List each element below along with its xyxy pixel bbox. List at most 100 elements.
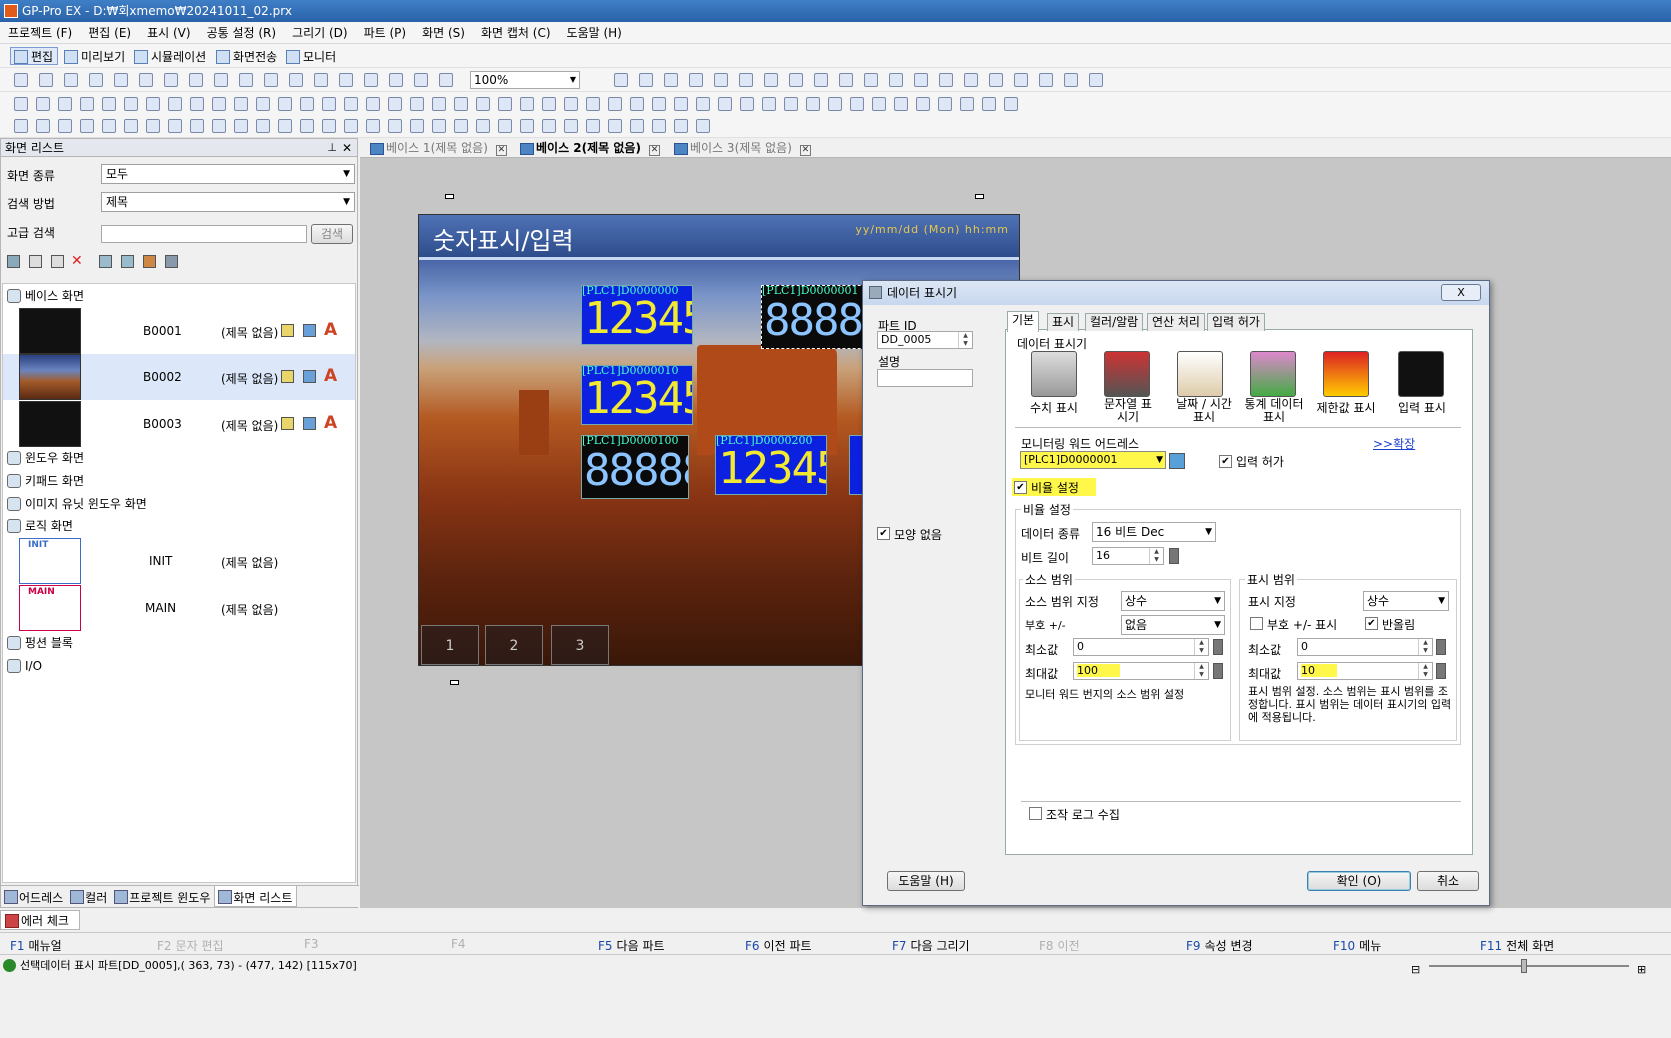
toolbar-tool-icon[interactable] xyxy=(586,119,600,133)
spin-icon[interactable]: ▲ ▼ xyxy=(1418,639,1432,655)
input-display-type-icon[interactable] xyxy=(1398,351,1444,397)
toolbar-tool-icon[interactable] xyxy=(476,119,490,133)
toolbar-tool-icon[interactable] xyxy=(190,97,204,111)
toolbar-tool-icon[interactable] xyxy=(674,119,688,133)
tree-node-image-unit[interactable]: 이미지 유닛 윈도우 화면 xyxy=(7,494,147,514)
scaling-checkbox[interactable]: ✔ xyxy=(1014,481,1027,494)
toolbar-tool-icon[interactable] xyxy=(256,119,270,133)
toolbar-tool-icon[interactable] xyxy=(894,97,908,111)
duplicate-icon[interactable] xyxy=(121,255,134,268)
toolbar-tool-icon[interactable] xyxy=(39,73,53,87)
toolbar-tool-icon[interactable] xyxy=(652,119,666,133)
close-icon[interactable]: ✕ xyxy=(342,139,352,157)
toolbar-tool-icon[interactable] xyxy=(1004,97,1018,111)
toolbar-tool-icon[interactable] xyxy=(256,97,270,111)
search-button[interactable]: 검색 xyxy=(311,224,353,244)
toolbar-tool-icon[interactable] xyxy=(322,97,336,111)
toolbar-tool-icon[interactable] xyxy=(389,73,403,87)
toolbar-tool-icon[interactable] xyxy=(278,119,292,133)
tab-operation[interactable]: 연산 처리 xyxy=(1147,313,1205,331)
list-item[interactable]: B0002 (제목 없음) A xyxy=(3,354,355,400)
toolbar-tool-icon[interactable] xyxy=(14,97,28,111)
toolbar-tool-icon[interactable] xyxy=(498,97,512,111)
toolbar-tool-icon[interactable] xyxy=(608,97,622,111)
toolbar-tool-icon[interactable] xyxy=(689,73,703,87)
menu-draw[interactable]: 그리기 (D) xyxy=(284,22,356,44)
toolbar-tool-icon[interactable] xyxy=(652,97,666,111)
toolbar-tool-icon[interactable] xyxy=(639,73,653,87)
screen-boundary-handle[interactable] xyxy=(445,194,454,199)
numeric-display[interactable]: [PLC1]D000001012345 xyxy=(581,365,693,425)
list-item[interactable]: B0001 (제목 없음) A xyxy=(3,308,355,354)
list-item[interactable]: INIT INIT (제목 없음) xyxy=(3,538,355,584)
toolbar-tool-icon[interactable] xyxy=(168,97,182,111)
keypad-icon[interactable] xyxy=(1436,639,1446,655)
tree-node-function-block[interactable]: 펑션 블록 xyxy=(7,633,73,653)
toolbar-tool-icon[interactable] xyxy=(364,73,378,87)
numeric-display[interactable]: [PLC1]D000010088888 xyxy=(581,435,689,499)
toolbar-tool-icon[interactable] xyxy=(814,73,828,87)
function-key-f9[interactable]: F9 속성 변경 xyxy=(1186,937,1253,954)
toolbar-tool-icon[interactable] xyxy=(212,119,226,133)
toolbar-tool-icon[interactable] xyxy=(498,119,512,133)
properties-icon[interactable] xyxy=(99,255,112,268)
text-a-icon[interactable]: A xyxy=(324,366,337,386)
toolbar-tool-icon[interactable] xyxy=(432,97,446,111)
toolbar-tool-icon[interactable] xyxy=(614,73,628,87)
toolbar-tool-icon[interactable] xyxy=(938,97,952,111)
cancel-button[interactable]: 취소 xyxy=(1417,871,1479,891)
menu-edit[interactable]: 편집 (E) xyxy=(80,22,139,44)
toolbar-tool-icon[interactable] xyxy=(300,97,314,111)
screen-color-icon[interactable] xyxy=(303,417,316,430)
data-type-select[interactable]: 16 비트 Dec ▼ xyxy=(1092,522,1216,542)
edit-mode-button[interactable]: 편집 xyxy=(10,47,59,65)
zoom-thumb[interactable] xyxy=(1521,959,1527,973)
toolbar-tool-icon[interactable] xyxy=(388,97,402,111)
function-key-f3[interactable]: F3 xyxy=(304,937,323,951)
toolbar-tool-icon[interactable] xyxy=(339,73,353,87)
toolbar-tool-icon[interactable] xyxy=(674,97,688,111)
zoom-select[interactable]: 100% ▼ xyxy=(470,71,580,89)
tab-base-1[interactable]: 베이스 1(제목 없음) ✕ xyxy=(368,140,507,157)
toolbar-tool-icon[interactable] xyxy=(762,97,776,111)
paste-icon[interactable] xyxy=(51,255,64,268)
toolbar-tool-icon[interactable] xyxy=(14,73,28,87)
tab-input-permit[interactable]: 입력 허가 xyxy=(1207,313,1265,331)
toolbar-tool-icon[interactable] xyxy=(124,97,138,111)
display-min-field[interactable]: 0 ▲ ▼ xyxy=(1297,638,1433,656)
tab-color-alarm[interactable]: 컬러/알람 xyxy=(1085,313,1144,331)
toolbar-tool-icon[interactable] xyxy=(36,119,50,133)
menu-view[interactable]: 표시 (V) xyxy=(139,22,198,44)
tab-basic[interactable]: 기본 xyxy=(1007,311,1040,332)
toolbar-tool-icon[interactable] xyxy=(146,97,160,111)
toolbar-tool-icon[interactable] xyxy=(439,73,453,87)
screen-switch-button[interactable]: 1 xyxy=(421,625,479,665)
toolbar-tool-icon[interactable] xyxy=(344,119,358,133)
toolbar-tool-icon[interactable] xyxy=(89,73,103,87)
no-shape-checkbox[interactable]: ✔ xyxy=(877,527,890,540)
toolbar-tool-icon[interactable] xyxy=(278,97,292,111)
keypad-icon[interactable] xyxy=(1169,548,1179,564)
help-button[interactable]: 도움말 (H) xyxy=(887,871,965,891)
input-permit-checkbox[interactable]: ✔ xyxy=(1219,455,1232,468)
search-method-select[interactable]: 제목 ▼ xyxy=(101,192,355,212)
copy-icon[interactable] xyxy=(29,255,42,268)
source-spec-select[interactable]: 상수 ▼ xyxy=(1121,591,1225,611)
toolbar-tool-icon[interactable] xyxy=(239,73,253,87)
zoom-in-icon[interactable]: ⊞ xyxy=(1637,959,1646,981)
toolbar-tool-icon[interactable] xyxy=(784,97,798,111)
toolbar-tool-icon[interactable] xyxy=(630,119,644,133)
screen-boundary-handle[interactable] xyxy=(450,680,459,685)
toolbar-tool-icon[interactable] xyxy=(414,73,428,87)
zoom-slider[interactable]: ⊟ ⊞ xyxy=(1411,959,1661,976)
toolbar-tool-icon[interactable] xyxy=(366,97,380,111)
toolbar-tool-icon[interactable] xyxy=(914,73,928,87)
tab-address[interactable]: 어드레스 xyxy=(1,886,67,906)
toolbar-tool-icon[interactable] xyxy=(939,73,953,87)
close-icon[interactable]: ✕ xyxy=(799,145,811,156)
error-check-tab[interactable]: 에러 체크 xyxy=(0,910,80,930)
toolbar-tool-icon[interactable] xyxy=(664,73,678,87)
screen-switch-button[interactable]: 3 xyxy=(551,625,609,665)
search-input[interactable] xyxy=(101,225,307,243)
toolbar-tool-icon[interactable] xyxy=(139,73,153,87)
